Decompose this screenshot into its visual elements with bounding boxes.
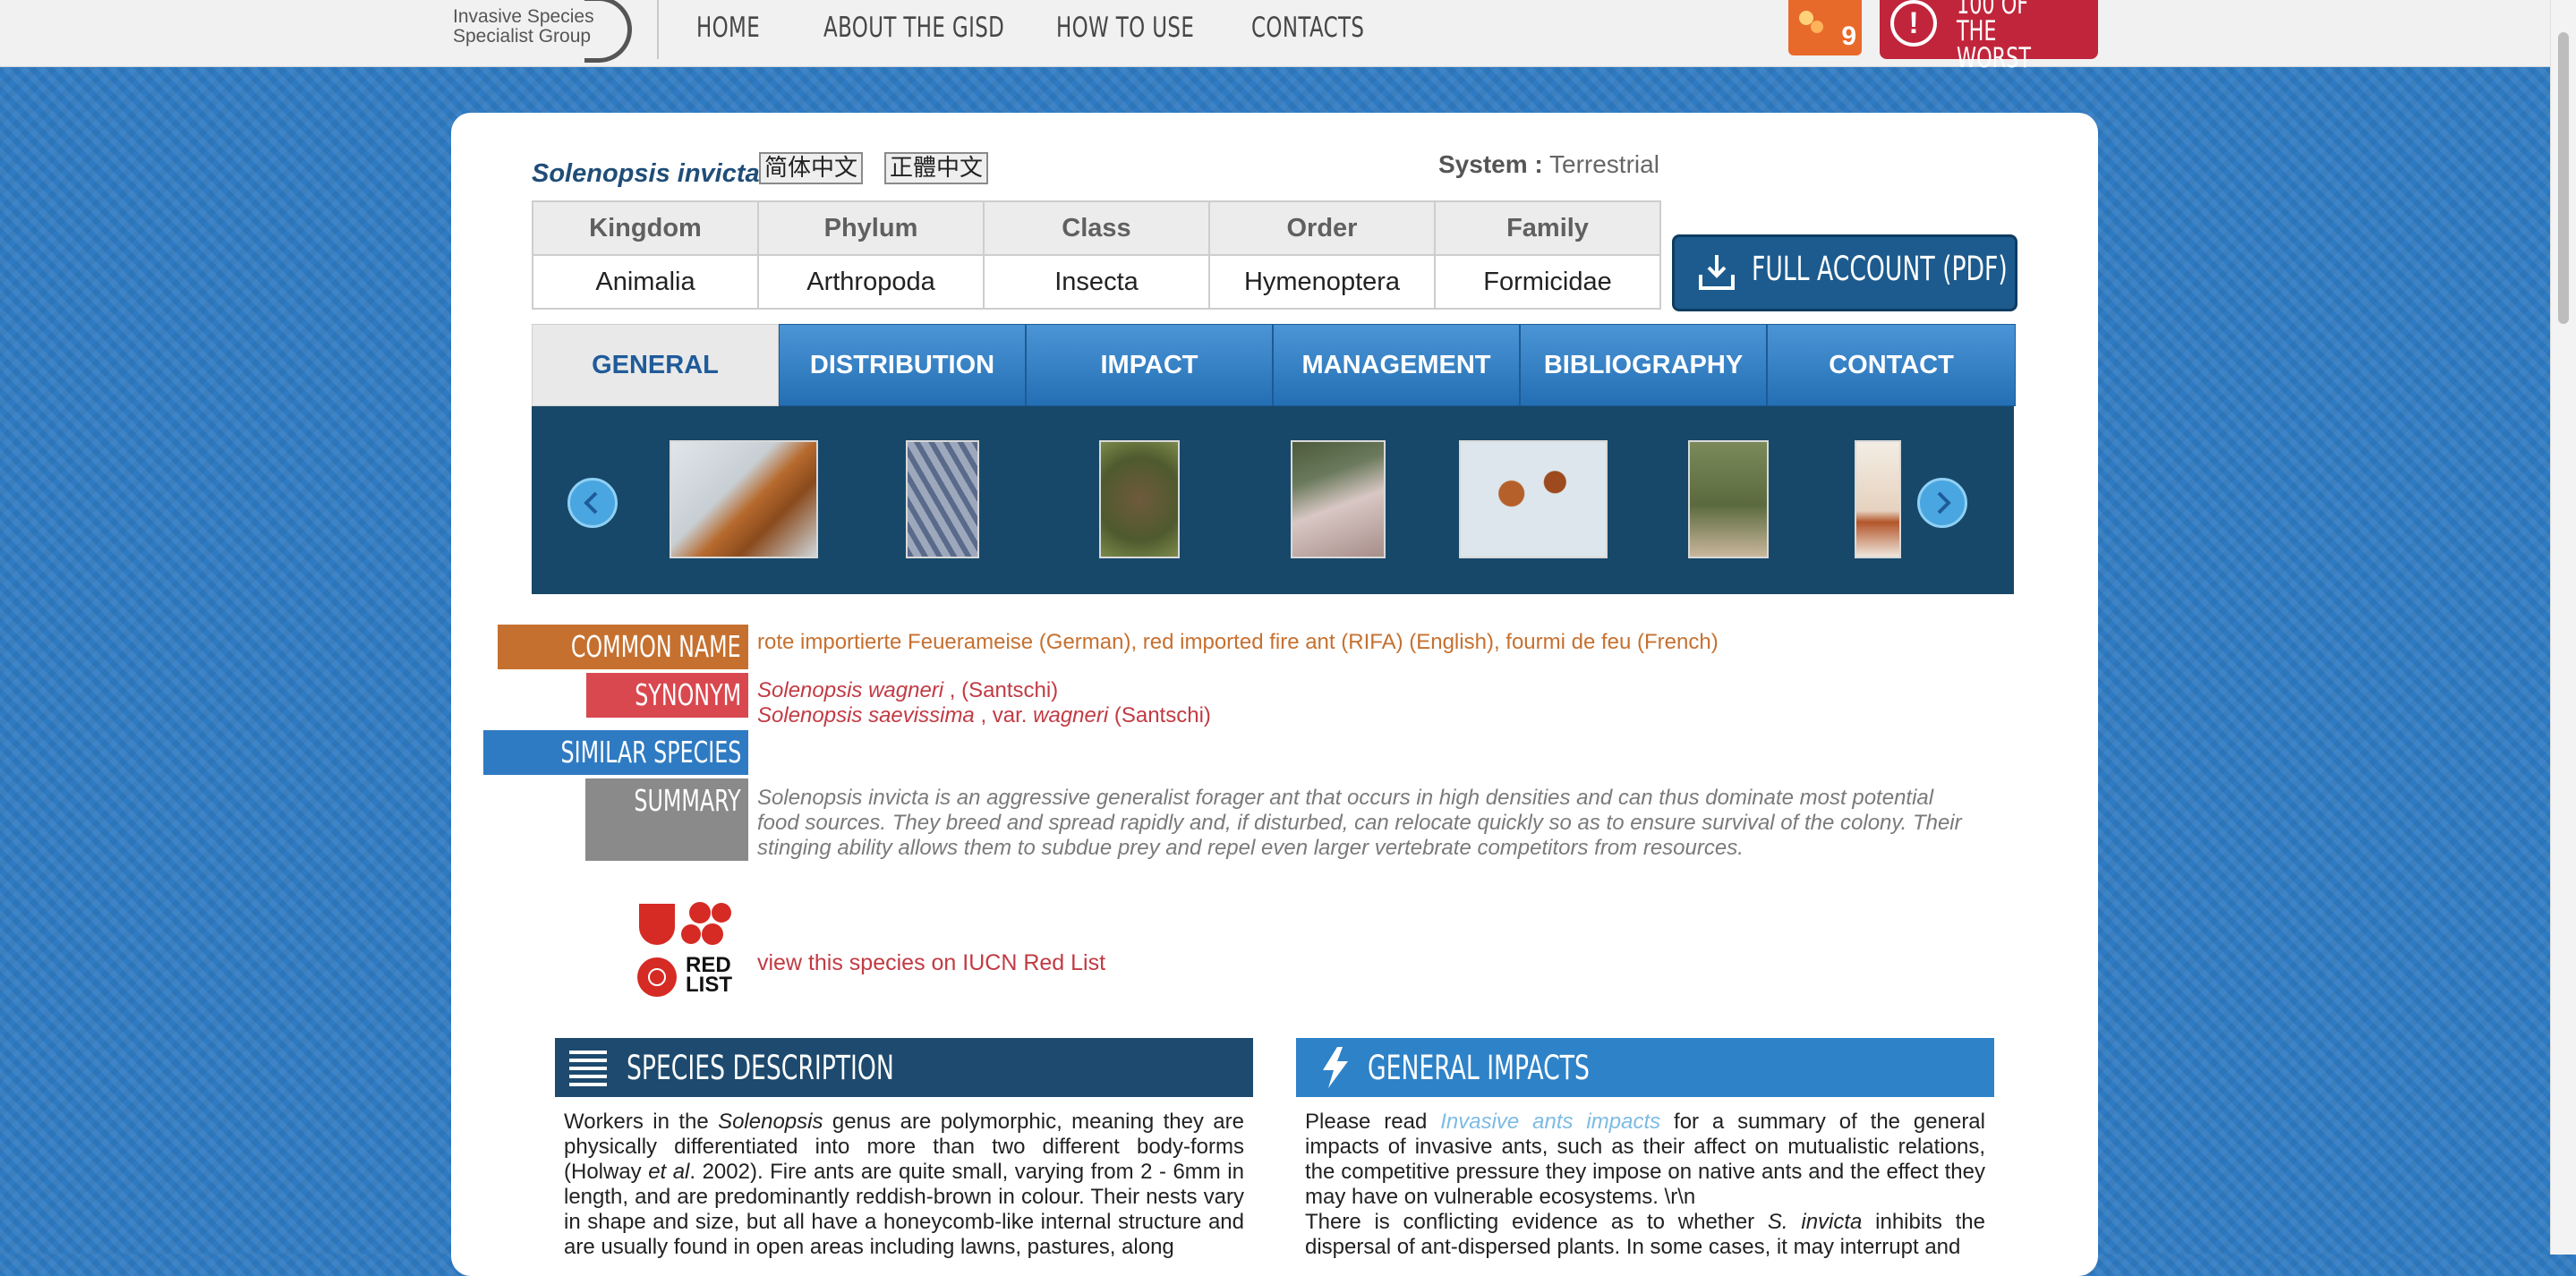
gallery-thumbnail[interactable] <box>670 440 818 558</box>
tab-contact[interactable]: CONTACT <box>1767 324 2016 406</box>
species-card: Solenopsis invicta 简体中文 正體中文 System : Te… <box>451 113 2098 1276</box>
species-description-text: Workers in the Solenopsis genus are poly… <box>564 1110 1244 1260</box>
taxonomy-table: Kingdom Phylum Class Order Family Animal… <box>532 200 1661 310</box>
gallery-prev-button[interactable] <box>567 478 618 528</box>
species-description-title: SPECIES DESCRIPTION <box>627 1049 894 1087</box>
gallery-thumbnail[interactable] <box>1291 440 1386 558</box>
synonym-2: Solenopsis saevissima , var. wagneri (Sa… <box>757 703 1211 728</box>
general-impacts-title: GENERAL IMPACTS <box>1368 1049 1590 1087</box>
100-worst-button[interactable]: ! 100 OF THE WORST <box>1880 0 2098 72</box>
synonym-2-author: (Santschi) <box>1108 703 1211 727</box>
general-impacts-text: Please read Invasive ants impacts for a … <box>1305 1110 1985 1260</box>
lightning-icon <box>1323 1047 1348 1088</box>
iucn-red-list-logo[interactable]: RED LIST <box>637 900 743 999</box>
taxonomy-value: Arthropoda <box>757 254 985 310</box>
similar-species-label-text: SIMILAR SPECIES <box>560 735 741 770</box>
summary-label: SUMMARY <box>585 778 748 861</box>
taxonomy-header-row: Kingdom Phylum Class Order Family <box>532 200 1661 256</box>
traditional-chinese-button[interactable]: 正體中文 <box>884 152 989 184</box>
logo-line-2: Specialist Group <box>453 26 592 47</box>
taxonomy-value-row: Animalia Arthropoda Insecta Hymenoptera … <box>532 254 1661 310</box>
summary-text: Solenopsis invicta is an aggressive gene… <box>757 786 1962 860</box>
issg-logo[interactable]: Invasive Species Specialist Group <box>446 0 652 63</box>
synonym-label-text: SYNONYM <box>635 677 741 712</box>
app-badge-button[interactable]: 9 <box>1788 0 1862 55</box>
full-account-pdf-button[interactable]: FULL ACCOUNT (PDF) <box>1672 234 2017 311</box>
top-navigation: Invasive Species Specialist Group HOME A… <box>0 0 2551 72</box>
summary-label-text: SUMMARY <box>634 783 741 818</box>
taxonomy-value: Insecta <box>983 254 1210 310</box>
impacts-text: Please read <box>1305 1110 1441 1134</box>
taxonomy-header: Order <box>1208 200 1436 256</box>
badge-number: 9 <box>1841 21 1856 51</box>
taxonomy-value: Formicidae <box>1434 254 1661 310</box>
simplified-chinese-button[interactable]: 简体中文 <box>759 152 864 184</box>
worst-line-2: THE WORST <box>1957 15 2031 74</box>
synonym-label: SYNONYM <box>585 673 748 718</box>
tab-impact[interactable]: IMPACT <box>1026 324 1273 406</box>
taxonomy-value: Hymenoptera <box>1208 254 1436 310</box>
page-scrollbar[interactable] <box>2550 0 2576 1255</box>
scrollbar-thumb[interactable] <box>2558 32 2569 324</box>
gallery-thumbnail[interactable] <box>1459 440 1608 558</box>
species-description-header: SPECIES DESCRIPTION <box>555 1038 1253 1097</box>
red-list-logo-text: RED LIST <box>686 955 732 997</box>
red-list-logo-line-2: LIST <box>686 973 732 997</box>
taxonomy-header: Phylum <box>757 200 985 256</box>
worst-label: 100 OF THE WORST <box>1957 0 2059 72</box>
tab-distribution[interactable]: DISTRIBUTION <box>779 324 1026 406</box>
chevron-left-icon <box>584 491 598 515</box>
synonym-2-name: Solenopsis saevissima <box>757 703 975 727</box>
gallery-thumbnail[interactable] <box>1688 440 1769 558</box>
common-name-label: COMMON NAME <box>498 625 748 669</box>
download-icon <box>1699 255 1735 290</box>
list-lines-icon <box>569 1051 607 1086</box>
common-name-label-text: COMMON NAME <box>571 629 741 664</box>
full-account-label: FULL ACCOUNT (PDF) <box>1752 250 2008 288</box>
invasive-ants-impacts-link[interactable]: Invasive ants impacts <box>1440 1110 1660 1134</box>
species-name: Solenopsis invicta <box>532 159 760 188</box>
description-genus: Solenopsis <box>718 1110 823 1134</box>
taxonomy-header: Class <box>983 200 1210 256</box>
nav-how-to-use-link[interactable]: HOW TO USE <box>1056 5 1194 50</box>
iucn-red-list-link[interactable]: view this species on IUCN Red List <box>757 950 1105 976</box>
gallery-thumbnail[interactable] <box>1099 440 1180 558</box>
nav-contacts-link[interactable]: CONTACTS <box>1251 5 1364 50</box>
synonym-values: Solenopsis wagneri , (Santschi) Solenops… <box>757 678 1211 728</box>
logo-line-1: Invasive Species <box>453 6 594 27</box>
synonym-2-variety: wagneri <box>1033 703 1109 727</box>
impacts-text: There is conflicting evidence as to whet… <box>1305 1210 1768 1234</box>
gallery-thumbnail[interactable] <box>1855 440 1901 558</box>
nav-about-link[interactable]: ABOUT THE GISD <box>823 5 1004 50</box>
nav-home-link[interactable]: HOME <box>696 5 760 50</box>
synonym-1-name: Solenopsis wagneri <box>757 678 944 702</box>
taxonomy-header: Kingdom <box>532 200 759 256</box>
common-name-value: rote importierte Feuerameise (German), r… <box>757 630 1719 654</box>
taxonomy-header: Family <box>1434 200 1661 256</box>
synonym-1-author: , (Santschi) <box>943 678 1059 702</box>
synonym-1: Solenopsis wagneri , (Santschi) <box>757 678 1211 703</box>
tab-general[interactable]: GENERAL <box>532 324 779 406</box>
description-et-al: et al <box>648 1160 690 1184</box>
description-text: Workers in the <box>564 1110 719 1134</box>
tab-bibliography[interactable]: BIBLIOGRAPHY <box>1520 324 1767 406</box>
gallery-next-button[interactable] <box>1917 478 1967 528</box>
synonym-2-rank: , var. <box>974 703 1034 727</box>
gallery-thumbnail[interactable] <box>906 440 979 558</box>
alert-icon: ! <box>1890 0 1937 47</box>
image-gallery <box>532 406 2014 594</box>
impacts-species: S. invicta <box>1767 1210 1863 1234</box>
system-info: System : Terrestrial <box>1438 150 1659 179</box>
nav-divider <box>657 0 659 59</box>
logo-text: Invasive Species Specialist Group <box>453 7 594 47</box>
tab-management[interactable]: MANAGEMENT <box>1273 324 1520 406</box>
system-value: Terrestrial <box>1549 150 1659 178</box>
taxonomy-value: Animalia <box>532 254 759 310</box>
similar-species-label: SIMILAR SPECIES <box>482 730 748 775</box>
general-impacts-header: GENERAL IMPACTS <box>1296 1038 1994 1097</box>
flame-icon <box>1799 11 1823 33</box>
system-label: System : <box>1438 150 1543 178</box>
species-tabs: GENERAL DISTRIBUTION IMPACT MANAGEMENT B… <box>532 324 2016 406</box>
chevron-right-icon <box>1937 491 1951 515</box>
